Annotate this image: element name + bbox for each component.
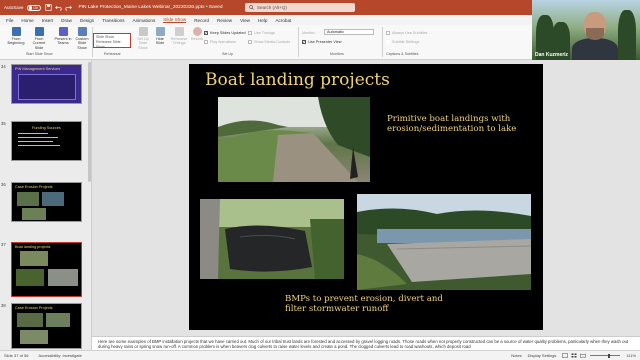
tab-draw[interactable]: Draw	[61, 18, 72, 23]
separator	[382, 27, 383, 57]
search-placeholder: Search (Alt+Q)	[257, 5, 287, 10]
hide-slide-button[interactable]: Hide Slide	[153, 27, 167, 46]
webcam-video: Dan Kuzmeriz	[532, 0, 640, 60]
autosave-label: AutoSave	[4, 5, 24, 10]
accessibility-status[interactable]: Accessibility: Investigate	[38, 353, 81, 358]
record-button[interactable]: Record	[190, 27, 204, 41]
slide-thumbnail[interactable]: Case Erosion Projects	[11, 303, 82, 349]
rehearse-timings-button[interactable]: Rehearse Timings	[169, 27, 189, 46]
tab-file[interactable]: File	[6, 18, 13, 23]
setup-icon	[138, 27, 148, 36]
set-up-slide-show-button[interactable]: Set Up Slide Show	[134, 27, 152, 50]
thumbnail-number: 37	[1, 242, 6, 247]
keep-slides-updated-checkbox[interactable]: ✓ Keep Slides Updated	[204, 31, 246, 35]
redo-icon[interactable]	[64, 4, 72, 11]
slide-title[interactable]: Boat landing projects	[205, 70, 390, 90]
photo-primitive-landing[interactable]	[218, 97, 370, 182]
rehearsal-dropdown[interactable]: Slide Show Rehearse Slide Show	[93, 33, 131, 49]
present-in-teams-button[interactable]: Present in Teams	[54, 27, 72, 46]
group-start-slide-show: Start Slide Show	[26, 52, 53, 56]
custom-slide-show-button[interactable]: Custom Slide Show	[73, 27, 91, 50]
undo-icon[interactable]	[54, 4, 62, 11]
slide-sorter-icon[interactable]	[571, 353, 577, 358]
teams-icon	[58, 27, 68, 36]
thumbnail-number: 36	[1, 182, 6, 187]
slide[interactable]: Boat landing projects Primitive boat lan…	[189, 64, 543, 330]
monitor-label: Monitor:	[302, 31, 316, 35]
document-title: PIN Lake Protection_Maine Lakes Webinar_…	[78, 5, 223, 10]
tab-help[interactable]: Help	[258, 18, 267, 23]
photo-stone-landing[interactable]	[357, 194, 531, 290]
subtitle-settings-button[interactable]: Subtitle Settings	[386, 40, 419, 44]
tab-acrobat[interactable]: Acrobat	[275, 18, 291, 23]
participant-name: Dan Kuzmeriz	[535, 52, 569, 58]
group-rehearsal: Rehearsal	[104, 52, 121, 56]
photo-tarp-installation[interactable]	[200, 199, 344, 279]
slide-text-bottom[interactable]: BMPs to prevent erosion, divert and filt…	[285, 294, 455, 314]
tab-record[interactable]: Record	[194, 18, 209, 23]
use-timings-checkbox[interactable]: Use Timings	[248, 31, 275, 35]
group-monitors: Monitors	[330, 52, 344, 56]
zoom-level[interactable]: 111%	[626, 353, 636, 358]
separator	[298, 27, 299, 57]
thumbnail-number: 34	[1, 64, 6, 69]
slide-thumbnail[interactable]: Case Erosion Projects	[11, 182, 82, 222]
slide-thumbnail[interactable]: Funding Sources	[11, 121, 82, 161]
play-narrations-checkbox[interactable]: Play Narrations	[204, 40, 236, 44]
slide-thumbnail-pane: 34 PIN Management Services 35 Funding So…	[0, 60, 92, 350]
autosave-toggle[interactable]: On	[26, 4, 41, 11]
timer-icon	[174, 27, 184, 36]
custom-show-icon	[77, 27, 87, 36]
always-use-subtitles-checkbox[interactable]: Always Use Subtitles	[386, 31, 427, 35]
monitor-select[interactable]: Automatic	[324, 29, 374, 35]
tab-animations[interactable]: Animations	[133, 18, 156, 23]
play-current-icon	[34, 27, 44, 36]
slide-thumbnail[interactable]: PIN Management Services	[11, 64, 82, 104]
play-from-start-icon	[11, 27, 21, 36]
tab-slide-show[interactable]: Slide Show	[163, 17, 187, 24]
slide-thumbnail-selected[interactable]: Boat landing projects	[11, 242, 82, 297]
zoom-slider[interactable]	[590, 353, 621, 358]
slide-text-top[interactable]: Primitive boat landings with erosion/sed…	[387, 114, 517, 134]
from-beginning-button[interactable]: From Beginning	[6, 27, 26, 46]
group-captions-subtitles: Captions & Subtitles	[386, 52, 419, 56]
tab-design[interactable]: Design	[80, 18, 94, 23]
tab-insert[interactable]: Insert	[42, 18, 54, 23]
search-icon	[249, 5, 254, 10]
notes-button[interactable]: Notes	[511, 353, 521, 358]
thumbnail-scrollbar[interactable]	[88, 62, 91, 182]
group-set-up: Set Up	[222, 52, 233, 56]
reading-view-icon[interactable]	[580, 353, 587, 358]
use-presenter-view-checkbox[interactable]: ✓ Use Presenter View	[302, 40, 341, 44]
display-settings-button[interactable]: Display Settings	[528, 353, 557, 358]
from-current-button[interactable]: From Current Slide	[28, 27, 50, 50]
tab-review[interactable]: Review	[217, 18, 232, 23]
tab-view[interactable]: View	[240, 18, 250, 23]
ribbon-slide-show: From Beginning From Current Slide Presen…	[0, 25, 532, 60]
save-icon[interactable]	[44, 4, 52, 11]
show-media-controls-checkbox[interactable]: Show Media Controls	[248, 40, 290, 44]
tab-home[interactable]: Home	[21, 18, 33, 23]
thumbnail-number: 35	[1, 121, 6, 126]
hide-slide-icon	[155, 27, 165, 36]
thumbnail-number: 38	[1, 303, 6, 308]
tab-transitions[interactable]: Transitions	[102, 18, 124, 23]
search-box[interactable]: Search (Alt+Q)	[245, 3, 355, 12]
slide-counter: Slide 37 of 56	[4, 353, 29, 358]
normal-view-icon[interactable]	[562, 353, 569, 358]
speaker-notes[interactable]: Here are some examples of BMP installati…	[92, 336, 640, 350]
status-bar: Slide 37 of 56 Accessibility: Investigat…	[0, 350, 640, 360]
record-icon	[192, 27, 202, 36]
ribbon-tabs: File Home Insert Draw Design Transitions…	[0, 15, 532, 25]
